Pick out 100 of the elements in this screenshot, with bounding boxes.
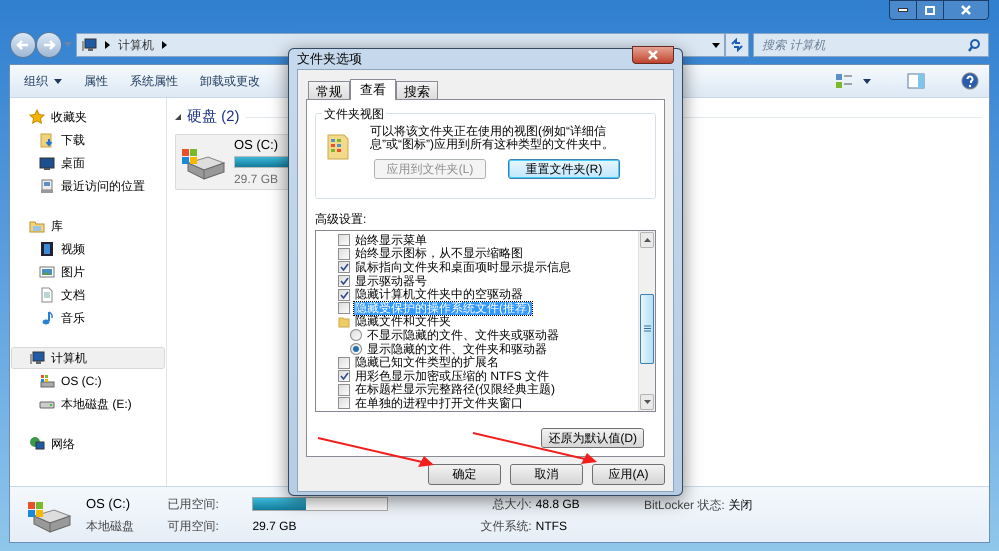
dialog-button[interactable]: 确定 xyxy=(428,464,501,484)
folder-icon xyxy=(338,316,350,328)
field-value: 48.8 GB xyxy=(536,496,581,512)
field-value: NTFS xyxy=(536,518,568,534)
tab[interactable]: 查看 xyxy=(350,78,396,100)
field-label: BitLocker 状态: xyxy=(644,497,725,514)
network-icon xyxy=(29,436,45,452)
dialog-button[interactable]: 应用(A) xyxy=(592,464,665,484)
refresh-icon xyxy=(730,38,744,52)
description-text: 可以将该文件夹正在使用的视图(例如“详细信息”或“图标”)应用到所有这种类型的文件夹中。 xyxy=(370,124,615,150)
document-icon xyxy=(39,286,55,302)
sidebar-item[interactable]: OS (C:) xyxy=(11,369,165,392)
preview-pane-button[interactable] xyxy=(907,73,925,89)
sidebar-item[interactable]: 计算机 xyxy=(11,347,165,369)
grip-icon xyxy=(644,325,650,332)
help-button[interactable] xyxy=(961,72,979,90)
drive-name: OS (C:) xyxy=(86,494,132,513)
setting-label[interactable]: 始终显示菜单 xyxy=(354,234,428,247)
chevron-icon xyxy=(105,41,110,49)
field-label: 已用空间: xyxy=(168,496,220,512)
minimize-icon xyxy=(898,8,908,12)
maximize-button[interactable] xyxy=(916,0,943,20)
checkbox[interactable] xyxy=(338,302,350,314)
setting-label[interactable]: 在标题栏显示完整路径(仅限经典主题) xyxy=(354,383,556,396)
checkbox[interactable] xyxy=(338,288,350,301)
sidebar-item[interactable]: 图片 xyxy=(11,260,165,283)
forward-button[interactable] xyxy=(36,32,62,58)
setting-label[interactable]: 显示隐藏的文件、文件夹和驱动器 xyxy=(366,342,548,356)
view-list-icon xyxy=(835,73,853,89)
sidebar-item[interactable]: 本地磁盘 (E:) xyxy=(11,392,165,415)
restore-defaults-button[interactable]: 还原为默认值(D) xyxy=(541,428,644,448)
scroll-up-button[interactable] xyxy=(640,232,654,248)
checkbox[interactable] xyxy=(338,384,350,396)
caret-icon xyxy=(54,78,62,84)
recent-places-icon xyxy=(39,178,55,194)
scroll-thumb[interactable] xyxy=(640,294,654,364)
sidebar-item[interactable]: 桌面 xyxy=(11,151,165,174)
drive-name: OS (C:) xyxy=(234,136,278,154)
computer-icon xyxy=(29,350,45,366)
setting-label[interactable]: 用彩色显示加密或压缩的 NTFS 文件 xyxy=(354,370,550,383)
setting-label[interactable]: 隐藏文件和文件夹 xyxy=(354,315,452,328)
checkbox[interactable] xyxy=(338,234,350,246)
setting-label[interactable]: 鼠标指向文件夹和桌面项时显示提示信息 xyxy=(354,260,572,274)
picture-icon xyxy=(39,264,55,280)
radio-button[interactable] xyxy=(350,343,362,356)
folder-view-button[interactable]: 重置文件夹(R) xyxy=(508,158,620,178)
view-options-button[interactable] xyxy=(835,73,871,89)
setting-label[interactable]: 不显示隐藏的文件、文件夹或驱动器 xyxy=(366,328,560,342)
checkbox[interactable] xyxy=(338,370,350,382)
up-arrow-icon xyxy=(644,238,650,242)
checkbox[interactable] xyxy=(338,356,350,369)
tab[interactable]: 搜索 xyxy=(396,80,438,98)
checkbox[interactable] xyxy=(338,397,350,410)
star-icon xyxy=(29,109,45,125)
sidebar-item[interactable]: 网络 xyxy=(11,433,165,455)
toolbar-button[interactable]: 属性 xyxy=(84,69,108,93)
folder-download-icon xyxy=(39,132,55,148)
search-field[interactable]: 搜索 计算机 xyxy=(753,33,989,57)
close-icon xyxy=(961,5,971,15)
windows-drive-icon xyxy=(39,372,55,388)
sidebar-item[interactable]: 文档 xyxy=(11,283,165,306)
toolbar-button[interactable]: 系统属性 xyxy=(130,69,178,93)
scrollbar[interactable] xyxy=(638,230,655,410)
sidebar-item[interactable]: 收藏夹 xyxy=(11,106,165,128)
setting-label[interactable]: 显示驱动器号 xyxy=(354,274,428,288)
minimize-button[interactable] xyxy=(889,0,916,20)
scroll-down-button[interactable] xyxy=(640,394,654,410)
refresh-button[interactable] xyxy=(725,33,749,57)
collapse-icon xyxy=(175,114,181,120)
setting-label[interactable]: 隐藏计算机文件夹中的空驱动器 xyxy=(354,288,524,302)
group-header: 硬盘 (2) xyxy=(187,107,240,127)
setting-label[interactable]: 在单独的进程中打开文件夹窗口 xyxy=(354,396,524,410)
close-button[interactable] xyxy=(632,46,674,64)
breadcrumb-item[interactable]: 计算机 xyxy=(118,36,154,54)
field-label: 文件系统: xyxy=(479,518,532,534)
pane-icon xyxy=(907,73,925,89)
tab[interactable]: 常规 xyxy=(308,80,350,98)
maximize-icon xyxy=(925,6,935,14)
checkbox[interactable] xyxy=(338,275,350,288)
sidebar-item[interactable]: 下载 xyxy=(11,128,165,151)
back-button[interactable] xyxy=(10,32,36,58)
toolbar-button[interactable]: 卸载或更改 xyxy=(200,69,260,93)
film-icon xyxy=(39,240,55,256)
caret-icon xyxy=(64,42,72,48)
dialog-button[interactable]: 取消 xyxy=(510,464,583,484)
radio-button[interactable] xyxy=(350,329,362,342)
field-value: 29.7 GB xyxy=(252,518,298,536)
checkbox[interactable] xyxy=(338,261,350,274)
folder-view-icon xyxy=(326,132,350,160)
field-value: 关闭 xyxy=(728,497,753,514)
sidebar-item[interactable]: 视频 xyxy=(11,237,165,260)
toolbar-button[interactable]: 组织 xyxy=(24,69,62,93)
sidebar-item[interactable]: 音乐 xyxy=(11,306,165,329)
setting-label[interactable]: 始终显示图标，从不显示缩略图 xyxy=(354,247,524,260)
sidebar-item[interactable]: 库 xyxy=(11,215,165,237)
help-icon xyxy=(961,72,979,90)
sidebar-item[interactable]: 最近访问的位置 xyxy=(11,174,165,197)
checkbox[interactable] xyxy=(338,248,350,260)
setting-label[interactable]: 隐藏已知文件类型的扩展名 xyxy=(354,356,500,370)
close-button[interactable] xyxy=(943,0,989,20)
